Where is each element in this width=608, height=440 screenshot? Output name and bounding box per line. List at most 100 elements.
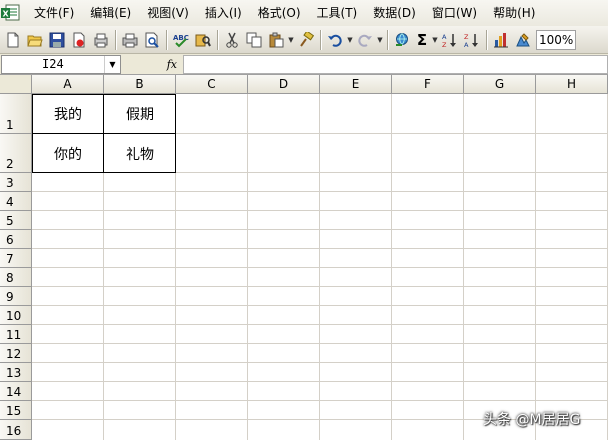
row-header-9[interactable]: 9 bbox=[0, 287, 32, 306]
row-header-10[interactable]: 10 bbox=[0, 306, 32, 325]
gridline bbox=[32, 324, 608, 325]
excel-app-icon[interactable]: X bbox=[1, 4, 21, 22]
svg-text:ABC: ABC bbox=[173, 34, 189, 42]
toolbar-separator bbox=[115, 29, 116, 50]
hyperlink-icon[interactable] bbox=[391, 29, 413, 51]
toolbar-separator bbox=[166, 29, 167, 50]
gridline bbox=[32, 210, 608, 211]
menu-window[interactable]: 窗口(W) bbox=[427, 0, 482, 26]
svg-text:Z: Z bbox=[464, 33, 469, 41]
row-header-3[interactable]: 3 bbox=[0, 173, 32, 192]
menu-data[interactable]: 数据(D) bbox=[368, 0, 421, 26]
row-header-15[interactable]: 15 bbox=[0, 401, 32, 420]
menu-insert[interactable]: 插入(I) bbox=[200, 0, 247, 26]
paste-icon[interactable] bbox=[265, 29, 287, 51]
gridline bbox=[32, 305, 608, 306]
row-header-7[interactable]: 7 bbox=[0, 249, 32, 268]
toolbar-separator bbox=[320, 29, 321, 50]
name-box[interactable]: I24 ▼ bbox=[1, 54, 121, 74]
column-header-b[interactable]: B bbox=[104, 75, 176, 94]
cell-a1[interactable]: 我的 bbox=[32, 94, 104, 134]
row-header-12[interactable]: 12 bbox=[0, 344, 32, 363]
gridline bbox=[32, 343, 608, 344]
row-header-4[interactable]: 4 bbox=[0, 192, 32, 211]
toolbar-separator bbox=[387, 29, 388, 50]
menu-bar: X 文件(F) 编辑(E) 视图(V) 插入(I) 格式(O) 工具(T) 数据… bbox=[0, 0, 608, 26]
zoom-combobox[interactable]: 100% bbox=[536, 29, 576, 50]
row-header-16[interactable]: 16 bbox=[0, 420, 32, 440]
cell-b1[interactable]: 假期 bbox=[104, 94, 176, 134]
column-header-c[interactable]: C bbox=[176, 75, 248, 94]
formula-bar: I24 ▼ fx bbox=[0, 54, 608, 75]
cut-icon[interactable] bbox=[221, 29, 243, 51]
standard-toolbar: ABC ▼ ▼ ▼ Σ ▼ A Z Z A 100% bbox=[0, 26, 608, 54]
name-box-dropdown-icon[interactable]: ▼ bbox=[104, 55, 120, 73]
menu-format[interactable]: 格式(O) bbox=[253, 0, 306, 26]
toolbar-separator bbox=[486, 29, 487, 50]
gridline bbox=[32, 248, 608, 249]
print-preview-lock-icon[interactable] bbox=[90, 29, 112, 51]
new-document-icon[interactable] bbox=[2, 29, 24, 51]
menu-view[interactable]: 视图(V) bbox=[142, 0, 194, 26]
menu-tools[interactable]: 工具(T) bbox=[312, 0, 363, 26]
svg-text:X: X bbox=[3, 10, 10, 19]
row-header-14[interactable]: 14 bbox=[0, 382, 32, 401]
menu-file[interactable]: 文件(F) bbox=[29, 0, 79, 26]
row-header-13[interactable]: 13 bbox=[0, 363, 32, 382]
column-header-e[interactable]: E bbox=[320, 75, 392, 94]
row-header-6[interactable]: 6 bbox=[0, 230, 32, 249]
column-header-g[interactable]: G bbox=[464, 75, 536, 94]
row-header-8[interactable]: 8 bbox=[0, 268, 32, 287]
menu-help[interactable]: 帮助(H) bbox=[488, 0, 540, 26]
gridline bbox=[32, 191, 608, 192]
spreadsheet-grid[interactable]: A B C D E F G H 1 2 3 4 5 6 7 8 9 10 11 … bbox=[0, 75, 608, 440]
undo-icon[interactable] bbox=[324, 29, 346, 51]
insert-function-icon[interactable]: fx bbox=[121, 55, 183, 74]
excel-window: X 文件(F) 编辑(E) 视图(V) 插入(I) 格式(O) 工具(T) 数据… bbox=[0, 0, 608, 440]
menu-edit[interactable]: 编辑(E) bbox=[85, 0, 136, 26]
svg-text:A: A bbox=[464, 41, 469, 48]
redo-dropdown-icon[interactable]: ▼ bbox=[376, 29, 384, 51]
row-header-1[interactable]: 1 bbox=[0, 94, 32, 134]
cell-b2[interactable]: 礼物 bbox=[104, 134, 176, 173]
copy-icon[interactable] bbox=[243, 29, 265, 51]
svg-text:A: A bbox=[442, 33, 447, 41]
gridline bbox=[32, 362, 608, 363]
toolbar-separator bbox=[217, 29, 218, 50]
undo-dropdown-icon[interactable]: ▼ bbox=[346, 29, 354, 51]
autosum-icon[interactable]: Σ bbox=[413, 29, 431, 51]
gridline bbox=[32, 267, 608, 268]
svg-text:Z: Z bbox=[442, 41, 447, 48]
print-icon[interactable] bbox=[119, 29, 141, 51]
autosum-dropdown-icon[interactable]: ▼ bbox=[431, 29, 439, 51]
formula-input[interactable] bbox=[183, 54, 608, 74]
redo-icon[interactable] bbox=[354, 29, 376, 51]
gridline bbox=[32, 286, 608, 287]
gridline bbox=[32, 400, 608, 401]
column-header-a[interactable]: A bbox=[32, 75, 104, 94]
sort-descending-icon[interactable]: ZA bbox=[461, 29, 483, 51]
column-header-f[interactable]: F bbox=[392, 75, 464, 94]
format-painter-icon[interactable] bbox=[295, 29, 317, 51]
chart-wizard-icon[interactable] bbox=[490, 29, 512, 51]
spelling-icon[interactable]: ABC bbox=[170, 29, 192, 51]
sort-ascending-icon[interactable]: AZ bbox=[439, 29, 461, 51]
row-header-11[interactable]: 11 bbox=[0, 325, 32, 344]
permission-icon[interactable] bbox=[68, 29, 90, 51]
save-icon[interactable] bbox=[46, 29, 68, 51]
row-header-5[interactable]: 5 bbox=[0, 211, 32, 230]
paste-dropdown-icon[interactable]: ▼ bbox=[287, 29, 295, 51]
row-header-2[interactable]: 2 bbox=[0, 134, 32, 173]
print-preview-icon[interactable] bbox=[141, 29, 163, 51]
gridline bbox=[32, 381, 608, 382]
research-icon[interactable] bbox=[192, 29, 214, 51]
name-box-value: I24 bbox=[42, 57, 64, 71]
gridline bbox=[32, 229, 608, 230]
cell-a2[interactable]: 你的 bbox=[32, 134, 104, 173]
column-header-h[interactable]: H bbox=[536, 75, 608, 94]
column-header-d[interactable]: D bbox=[248, 75, 320, 94]
drawing-icon[interactable] bbox=[512, 29, 534, 51]
open-folder-icon[interactable] bbox=[24, 29, 46, 51]
watermark-text: 头条 @M居居G bbox=[483, 412, 581, 428]
select-all-corner[interactable] bbox=[0, 75, 32, 94]
